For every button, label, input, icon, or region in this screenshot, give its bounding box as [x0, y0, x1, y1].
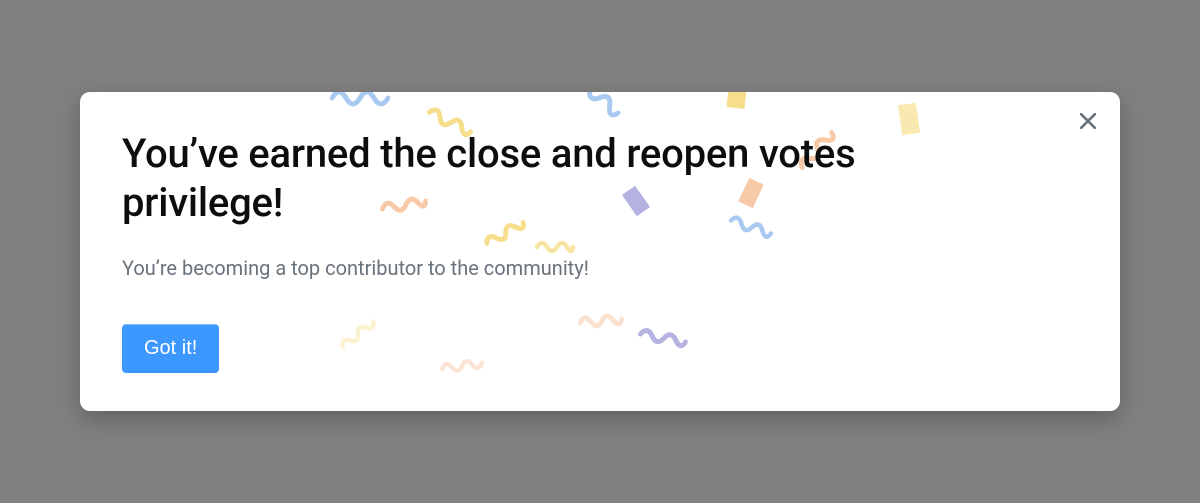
- modal-subtitle: You’re becoming a top contributor to the…: [122, 256, 1078, 280]
- close-icon: [1080, 113, 1096, 132]
- modal-title: You’ve earned the close and reopen votes…: [122, 130, 942, 228]
- modal-content: You’ve earned the close and reopen votes…: [122, 130, 1078, 373]
- privilege-modal: You’ve earned the close and reopen votes…: [80, 92, 1120, 411]
- close-button[interactable]: [1074, 108, 1102, 136]
- got-it-button[interactable]: Got it!: [122, 324, 219, 373]
